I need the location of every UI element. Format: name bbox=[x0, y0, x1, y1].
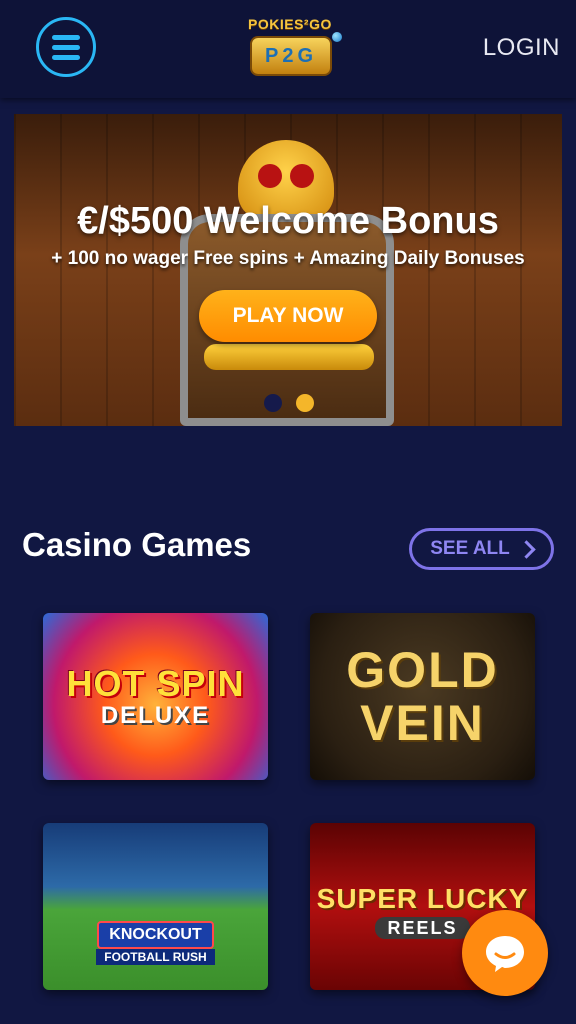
game-tile-hot-spin-deluxe[interactable]: HOT SPIN DELUXE bbox=[43, 613, 268, 780]
hero-title: €/$500 Welcome Bonus bbox=[77, 200, 499, 242]
game-title: HOT SPIN bbox=[66, 662, 245, 704]
game-title: GOLD bbox=[346, 642, 499, 698]
logo-badge: P2G bbox=[250, 36, 332, 76]
top-navigation-bar: POKIES²GO P2G LOGIN bbox=[0, 0, 576, 98]
site-logo[interactable]: POKIES²GO P2G bbox=[244, 14, 344, 82]
see-all-label: SEE ALL bbox=[430, 538, 510, 559]
logo-wordmark: POKIES²GO bbox=[248, 16, 332, 32]
login-button[interactable]: LOGIN bbox=[483, 34, 560, 62]
carousel-dot-1[interactable] bbox=[264, 394, 282, 412]
menu-line bbox=[52, 34, 80, 40]
game-subtitle: REELS bbox=[375, 916, 470, 939]
game-subtitle: DELUXE bbox=[100, 701, 211, 729]
chevron-right-icon bbox=[517, 540, 536, 559]
hero-banner[interactable]: €/$500 Welcome Bonus + 100 no wager Free… bbox=[14, 114, 562, 426]
play-now-button[interactable]: PLAY NOW bbox=[199, 290, 377, 342]
game-tile-gold-vein[interactable]: GOLD VEIN bbox=[310, 613, 535, 780]
game-subtitle: FOOTBALL RUSH bbox=[96, 948, 215, 965]
logo-ball-icon bbox=[332, 32, 342, 42]
game-title: SUPER LUCKY bbox=[316, 882, 529, 914]
game-tile-knockout-football-rush[interactable]: KNOCKOUT FOOTBALL RUSH bbox=[43, 823, 268, 990]
carousel-dot-2-active[interactable] bbox=[296, 394, 314, 412]
game-title: KNOCKOUT bbox=[97, 920, 214, 949]
casino-games-heading: Casino Games bbox=[22, 526, 252, 563]
see-all-button[interactable]: SEE ALL bbox=[409, 528, 554, 570]
gold-coins-image bbox=[204, 344, 374, 370]
chat-bubble-icon[interactable] bbox=[462, 910, 548, 996]
hamburger-menu-icon[interactable] bbox=[36, 17, 96, 77]
chat-bubble-glyph bbox=[486, 936, 524, 972]
menu-line bbox=[52, 44, 80, 50]
game-subtitle: VEIN bbox=[360, 694, 485, 751]
menu-line bbox=[52, 54, 80, 60]
hero-subtitle: + 100 no wager Free spins + Amazing Dail… bbox=[51, 248, 525, 269]
